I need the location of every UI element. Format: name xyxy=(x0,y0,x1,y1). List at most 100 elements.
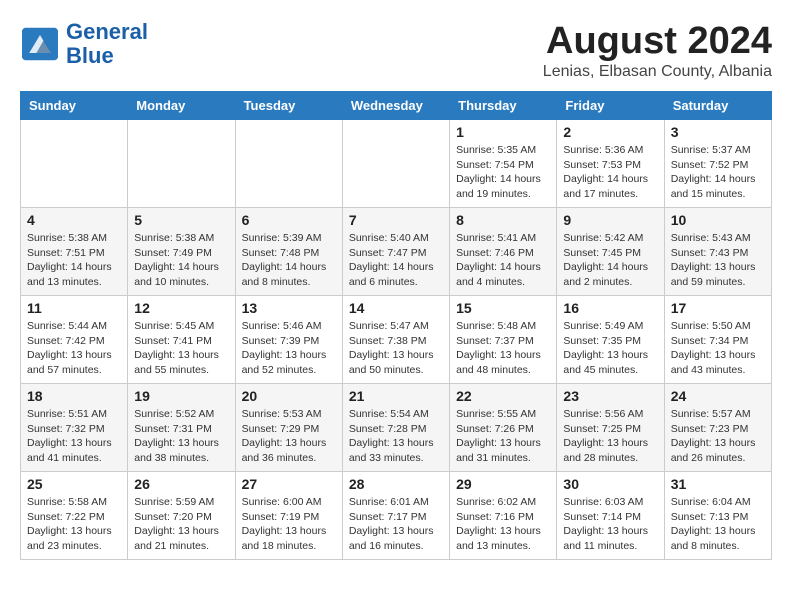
day-cell: 31Sunrise: 6:04 AMSunset: 7:13 PMDayligh… xyxy=(664,472,771,560)
day-cell: 11 Sunrise: 5:44 AMSunset: 7:42 PMDayligh… xyxy=(21,296,128,384)
day-cell: 26 Sunrise: 5:59 AMSunset: 7:20 PMDayligh… xyxy=(128,472,235,560)
logo: General Blue xyxy=(20,20,148,68)
day-number: 18 xyxy=(27,388,121,404)
day-number: 5 xyxy=(134,212,228,228)
day-info: Sunrise: 5:44 AMSunset: 7:42 PMDaylight:… xyxy=(27,319,121,378)
day-cell: 15 Sunrise: 5:48 AMSunset: 7:37 PMDayligh… xyxy=(450,296,557,384)
day-info: Sunrise: 5:56 AMSunset: 7:25 PMDaylight:… xyxy=(563,407,657,466)
day-number: 28 xyxy=(349,476,443,492)
week-row-3: 11 Sunrise: 5:44 AMSunset: 7:42 PMDayligh… xyxy=(21,296,772,384)
day-info: Sunrise: 6:01 AMSunset: 7:17 PMDaylight:… xyxy=(349,495,443,554)
weekday-sunday: Sunday xyxy=(21,92,128,120)
day-number: 15 xyxy=(456,300,550,316)
calendar-body: 1 Sunrise: 5:35 AMSunset: 7:54 PMDaylight… xyxy=(21,120,772,560)
day-cell: 27 Sunrise: 6:00 AMSunset: 7:19 PMDayligh… xyxy=(235,472,342,560)
day-info: Sunrise: 5:46 AMSunset: 7:39 PMDaylight:… xyxy=(242,319,336,378)
day-info: Sunrise: 6:00 AMSunset: 7:19 PMDaylight:… xyxy=(242,495,336,554)
day-cell xyxy=(128,120,235,208)
day-info: Sunrise: 5:48 AMSunset: 7:37 PMDaylight:… xyxy=(456,319,550,378)
day-cell: 7 Sunrise: 5:40 AMSunset: 7:47 PMDaylight… xyxy=(342,208,449,296)
day-info: Sunrise: 5:58 AMSunset: 7:22 PMDaylight:… xyxy=(27,495,121,554)
day-number: 23 xyxy=(563,388,657,404)
day-info: Sunrise: 5:54 AMSunset: 7:28 PMDaylight:… xyxy=(349,407,443,466)
weekday-tuesday: Tuesday xyxy=(235,92,342,120)
day-info: Sunrise: 5:42 AMSunset: 7:45 PMDaylight:… xyxy=(563,231,657,290)
location: Lenias, Elbasan County, Albania xyxy=(543,63,772,81)
day-cell: 5 Sunrise: 5:38 AMSunset: 7:49 PMDaylight… xyxy=(128,208,235,296)
day-cell: 19 Sunrise: 5:52 AMSunset: 7:31 PMDayligh… xyxy=(128,384,235,472)
day-info: Sunrise: 6:03 AMSunset: 7:14 PMDaylight:… xyxy=(563,495,657,554)
day-info: Sunrise: 6:02 AMSunset: 7:16 PMDaylight:… xyxy=(456,495,550,554)
day-info: Sunrise: 5:59 AMSunset: 7:20 PMDaylight:… xyxy=(134,495,228,554)
day-cell xyxy=(21,120,128,208)
day-cell: 4 Sunrise: 5:38 AMSunset: 7:51 PMDaylight… xyxy=(21,208,128,296)
day-cell xyxy=(235,120,342,208)
page-header: General Blue August 2024 Lenias, Elbasan… xyxy=(20,20,772,81)
day-cell: 16 Sunrise: 5:49 AMSunset: 7:35 PMDayligh… xyxy=(557,296,664,384)
day-number: 29 xyxy=(456,476,550,492)
day-cell: 23 Sunrise: 5:56 AMSunset: 7:25 PMDayligh… xyxy=(557,384,664,472)
day-number: 13 xyxy=(242,300,336,316)
day-info: Sunrise: 5:35 AMSunset: 7:54 PMDaylight:… xyxy=(456,143,550,202)
day-info: Sunrise: 5:55 AMSunset: 7:26 PMDaylight:… xyxy=(456,407,550,466)
day-cell: 9 Sunrise: 5:42 AMSunset: 7:45 PMDaylight… xyxy=(557,208,664,296)
day-number: 19 xyxy=(134,388,228,404)
day-cell: 18 Sunrise: 5:51 AMSunset: 7:32 PMDayligh… xyxy=(21,384,128,472)
day-cell: 6Sunrise: 5:39 AMSunset: 7:48 PMDaylight… xyxy=(235,208,342,296)
weekday-friday: Friday xyxy=(557,92,664,120)
day-info: Sunrise: 5:47 AMSunset: 7:38 PMDaylight:… xyxy=(349,319,443,378)
day-info: Sunrise: 5:40 AMSunset: 7:47 PMDaylight:… xyxy=(349,231,443,290)
day-number: 9 xyxy=(563,212,657,228)
day-number: 22 xyxy=(456,388,550,404)
day-number: 3 xyxy=(671,124,765,140)
day-number: 10 xyxy=(671,212,765,228)
day-info: Sunrise: 5:38 AMSunset: 7:51 PMDaylight:… xyxy=(27,231,121,290)
day-number: 12 xyxy=(134,300,228,316)
day-cell: 12 Sunrise: 5:45 AMSunset: 7:41 PMDayligh… xyxy=(128,296,235,384)
day-info: Sunrise: 5:45 AMSunset: 7:41 PMDaylight:… xyxy=(134,319,228,378)
day-info: Sunrise: 5:49 AMSunset: 7:35 PMDaylight:… xyxy=(563,319,657,378)
day-number: 24 xyxy=(671,388,765,404)
title-block: August 2024 Lenias, Elbasan County, Alba… xyxy=(543,20,772,81)
day-cell: 25Sunrise: 5:58 AMSunset: 7:22 PMDayligh… xyxy=(21,472,128,560)
day-number: 14 xyxy=(349,300,443,316)
day-cell: 14 Sunrise: 5:47 AMSunset: 7:38 PMDayligh… xyxy=(342,296,449,384)
day-number: 7 xyxy=(349,212,443,228)
day-number: 26 xyxy=(134,476,228,492)
week-row-2: 4 Sunrise: 5:38 AMSunset: 7:51 PMDaylight… xyxy=(21,208,772,296)
day-cell: 1 Sunrise: 5:35 AMSunset: 7:54 PMDaylight… xyxy=(450,120,557,208)
day-number: 8 xyxy=(456,212,550,228)
day-cell: 21 Sunrise: 5:54 AMSunset: 7:28 PMDayligh… xyxy=(342,384,449,472)
day-number: 4 xyxy=(27,212,121,228)
day-info: Sunrise: 5:43 AMSunset: 7:43 PMDaylight:… xyxy=(671,231,765,290)
day-info: Sunrise: 6:04 AMSunset: 7:13 PMDaylight:… xyxy=(671,495,765,554)
day-cell xyxy=(342,120,449,208)
month-title: August 2024 xyxy=(543,20,772,63)
day-info: Sunrise: 5:51 AMSunset: 7:32 PMDaylight:… xyxy=(27,407,121,466)
day-cell: 22 Sunrise: 5:55 AMSunset: 7:26 PMDayligh… xyxy=(450,384,557,472)
day-cell: 17Sunrise: 5:50 AMSunset: 7:34 PMDayligh… xyxy=(664,296,771,384)
week-row-5: 25Sunrise: 5:58 AMSunset: 7:22 PMDayligh… xyxy=(21,472,772,560)
day-info: Sunrise: 5:39 AMSunset: 7:48 PMDaylight:… xyxy=(242,231,336,290)
day-info: Sunrise: 5:57 AMSunset: 7:23 PMDaylight:… xyxy=(671,407,765,466)
day-number: 1 xyxy=(456,124,550,140)
day-info: Sunrise: 5:38 AMSunset: 7:49 PMDaylight:… xyxy=(134,231,228,290)
day-cell: 20Sunrise: 5:53 AMSunset: 7:29 PMDayligh… xyxy=(235,384,342,472)
day-number: 21 xyxy=(349,388,443,404)
day-number: 30 xyxy=(563,476,657,492)
weekday-thursday: Thursday xyxy=(450,92,557,120)
day-info: Sunrise: 5:36 AMSunset: 7:53 PMDaylight:… xyxy=(563,143,657,202)
logo-text: General Blue xyxy=(66,20,148,68)
week-row-4: 18 Sunrise: 5:51 AMSunset: 7:32 PMDayligh… xyxy=(21,384,772,472)
day-cell: 30 Sunrise: 6:03 AMSunset: 7:14 PMDayligh… xyxy=(557,472,664,560)
weekday-monday: Monday xyxy=(128,92,235,120)
day-info: Sunrise: 5:41 AMSunset: 7:46 PMDaylight:… xyxy=(456,231,550,290)
day-number: 11 xyxy=(27,300,121,316)
logo-icon xyxy=(20,26,60,62)
day-info: Sunrise: 5:52 AMSunset: 7:31 PMDaylight:… xyxy=(134,407,228,466)
day-number: 16 xyxy=(563,300,657,316)
day-info: Sunrise: 5:53 AMSunset: 7:29 PMDaylight:… xyxy=(242,407,336,466)
day-cell: 13 Sunrise: 5:46 AMSunset: 7:39 PMDayligh… xyxy=(235,296,342,384)
day-number: 27 xyxy=(242,476,336,492)
calendar: SundayMondayTuesdayWednesdayThursdayFrid… xyxy=(20,91,772,560)
